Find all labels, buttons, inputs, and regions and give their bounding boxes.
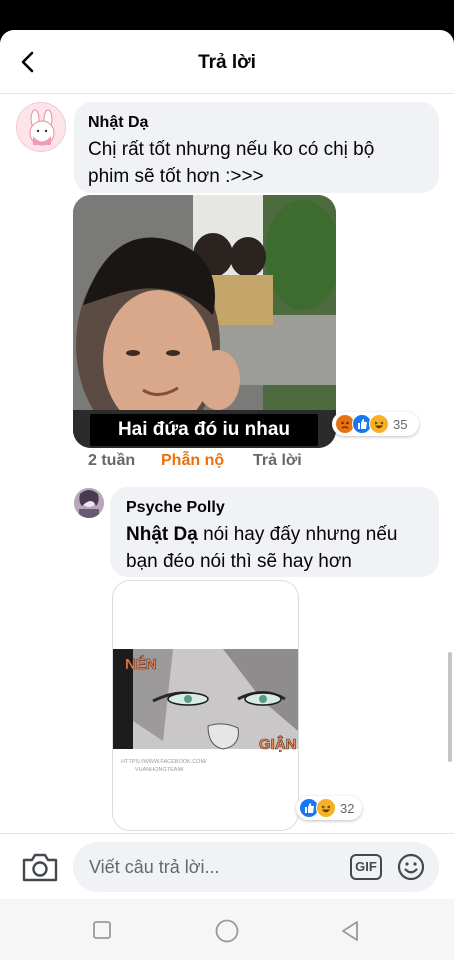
bunny-avatar-image	[29, 109, 55, 146]
gif-button[interactable]: GIF	[350, 854, 382, 880]
reply-author[interactable]: Psyche Polly	[126, 499, 225, 517]
gif-label: GIF	[355, 859, 377, 874]
comment-author[interactable]: Nhật Dạ	[88, 114, 148, 132]
emoji-button[interactable]	[396, 852, 426, 882]
avatar[interactable]	[74, 488, 104, 518]
home-button[interactable]	[214, 918, 240, 944]
smiley-icon	[397, 853, 425, 881]
header: Trả lời	[0, 30, 454, 94]
gif-caption: Hai đứa đó iu nhau	[90, 414, 318, 446]
reaction-button[interactable]: Phẫn nộ	[161, 452, 224, 470]
sticker-watermark-line1: HTTPS://WWW.FACEBOOK.COM/	[121, 759, 207, 765]
reply-button[interactable]: Trả lời	[253, 452, 302, 470]
haha-reaction-icon	[369, 414, 389, 434]
reply-input[interactable]: Viết câu trả lời... GIF	[73, 842, 439, 892]
mention-link[interactable]: Nhật Dạ	[126, 524, 198, 545]
avatar-image	[74, 488, 104, 518]
avatar[interactable]	[16, 102, 66, 152]
comment-time: 2 tuần	[88, 452, 136, 469]
status-bar	[0, 0, 454, 34]
comment-bubble[interactable]: Nhật Dạ Chị rất tốt nhưng nếu ko có chị …	[74, 102, 439, 193]
triangle-back-icon	[342, 921, 358, 941]
back-nav-button[interactable]	[338, 919, 362, 943]
square-icon	[93, 921, 111, 939]
reaction-count: 35	[393, 416, 408, 432]
recent-apps-button[interactable]	[92, 920, 112, 940]
app-screen: Trả lời Nhật Dạ Chị rất tốt nhưng nếu ko…	[0, 30, 454, 960]
system-navigation-bar	[0, 899, 454, 960]
comment-gif[interactable]: Hai đứa đó iu nhau	[73, 195, 336, 448]
sticker-watermark-line2: VUANHONGTEAM/	[135, 767, 184, 773]
reaction-summary[interactable]: 32	[296, 796, 362, 820]
reply-input-placeholder: Viết câu trả lời...	[89, 857, 220, 877]
reply-sticker[interactable]: NÉN GIẬN HTTPS://WWW.FACEBOOK.COM/ VUANH…	[112, 580, 299, 831]
haha-reaction-icon	[316, 798, 336, 818]
sticker-bottom-text: GIẬN	[259, 735, 297, 753]
reaction-summary[interactable]: 35	[332, 412, 419, 436]
page-title: Trả lời	[198, 52, 256, 73]
camera-button[interactable]	[20, 850, 60, 884]
reply-bubble[interactable]: Psyche Polly Nhật Dạ nói hay đấy nhưng n…	[110, 487, 439, 577]
gif-image	[73, 195, 336, 448]
reply-composer-bar: Viết câu trả lời... GIF	[0, 833, 454, 899]
comment-text: Chị rất tốt nhưng nếu ko có chị bộ phim …	[88, 139, 375, 187]
reaction-count: 32	[340, 800, 355, 816]
sticker-top-text: NÉN	[125, 656, 157, 673]
circle-icon	[215, 919, 239, 943]
scrollbar[interactable]	[448, 652, 452, 762]
reply-text: Nhật Dạ nói hay đấy nhưng nếu bạn đéo nó…	[126, 524, 398, 572]
sticker-image: NÉN GIẬN HTTPS://WWW.FACEBOOK.COM/ VUANH…	[113, 649, 298, 773]
camera-icon	[22, 853, 58, 882]
